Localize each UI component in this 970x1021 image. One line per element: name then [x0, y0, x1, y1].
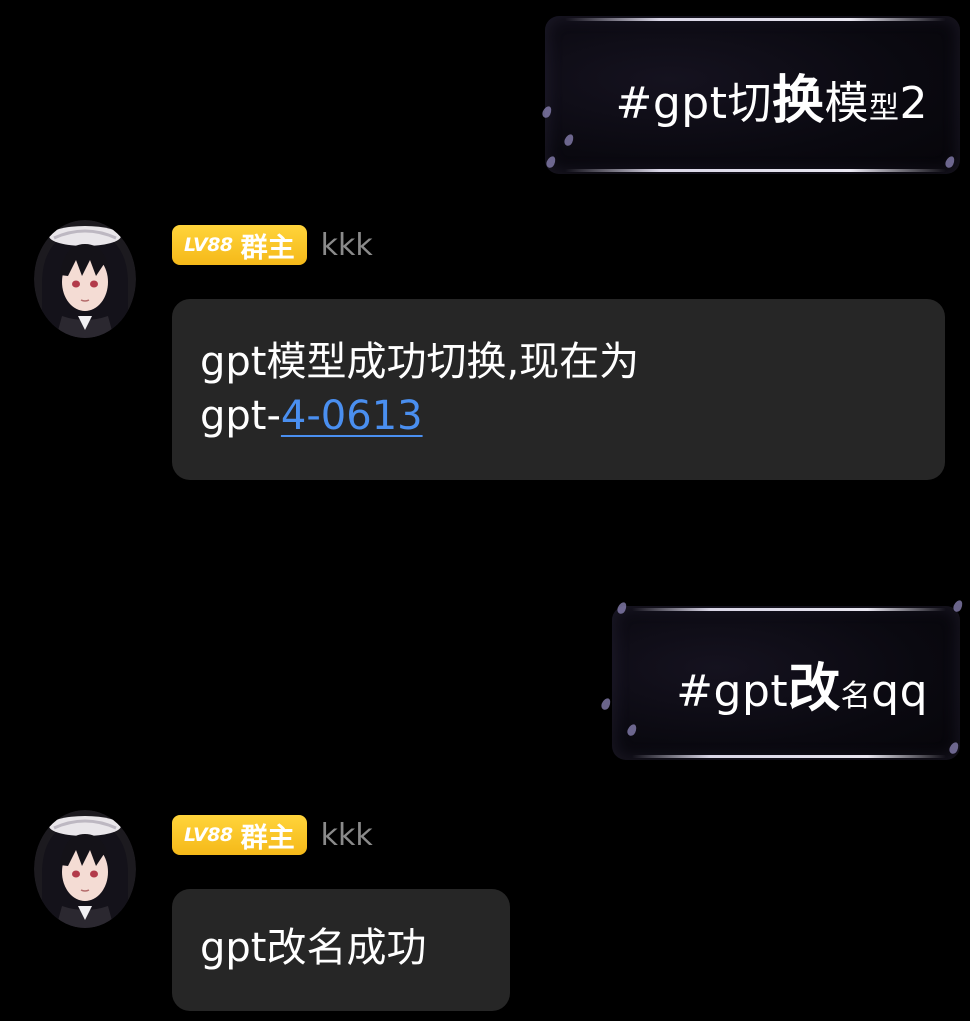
bubble-bottom-edge — [632, 755, 946, 758]
message-text-part: 换 — [771, 70, 825, 131]
message-text-part: 型 — [869, 90, 900, 126]
sparkle-icon — [951, 598, 965, 614]
sender-nickname[interactable]: kkk — [321, 818, 373, 853]
outgoing-message-bubble[interactable]: #gpt切换模型2 — [540, 16, 960, 174]
sparkle-icon — [544, 154, 558, 170]
bubble-top-edge — [565, 18, 946, 21]
bubble-top-edge — [632, 608, 946, 611]
incoming-message-bubble[interactable]: gpt模型成功切换,现在为 gpt-4-0613 — [172, 299, 945, 480]
level-badge: LV88 群主 — [172, 815, 307, 855]
sender-info: LV88 群主 kkk — [172, 225, 373, 265]
message-text-part: gpt- — [200, 393, 281, 439]
message-line: gpt模型成功切换,现在为 — [200, 339, 640, 385]
message-text-part: 模 — [824, 77, 869, 129]
sender-nickname[interactable]: kkk — [321, 228, 373, 263]
avatar-image — [34, 220, 136, 338]
message-text-part: 改 — [788, 658, 841, 719]
sparkle-icon — [947, 740, 961, 756]
chat-window: #gpt切换模型2 LV88 群主 kkk gpt模型成功切换,现在为 gpt-… — [0, 0, 970, 1021]
sender-info: LV88 群主 kkk — [172, 815, 373, 855]
sparkle-icon — [625, 722, 639, 738]
level-label: LV88 — [184, 234, 233, 256]
sparkle-icon — [562, 132, 576, 148]
incoming-message-bubble[interactable]: gpt改名成功 — [172, 889, 510, 1011]
role-label: 群主 — [240, 822, 295, 854]
message-text-part: 2 — [899, 77, 928, 129]
outgoing-message-text: #gpt改名qq — [676, 646, 928, 721]
sparkle-icon — [540, 104, 554, 120]
message-line: gpt-4-0613 — [200, 389, 917, 443]
avatar-image — [34, 810, 136, 928]
sparkle-icon — [615, 600, 629, 616]
level-badge: LV88 群主 — [172, 225, 307, 265]
level-label: LV88 — [184, 824, 233, 846]
message-text-part: #gpt切 — [615, 77, 772, 129]
avatar-icon[interactable] — [34, 220, 136, 338]
message-link[interactable]: 4-0613 — [281, 393, 423, 439]
bubble-bottom-edge — [565, 169, 946, 172]
role-label: 群主 — [240, 232, 295, 264]
sparkle-icon — [599, 696, 613, 712]
message-line: gpt改名成功 — [200, 925, 427, 971]
message-text-part: 名 — [840, 678, 872, 714]
message-text-part: qq — [871, 665, 928, 717]
outgoing-message-text: #gpt切换模型2 — [616, 58, 929, 133]
sparkle-icon — [943, 154, 957, 170]
avatar-icon[interactable] — [34, 810, 136, 928]
message-text-part: #gpt — [676, 665, 789, 717]
outgoing-message-bubble[interactable]: #gpt改名qq — [599, 598, 965, 760]
